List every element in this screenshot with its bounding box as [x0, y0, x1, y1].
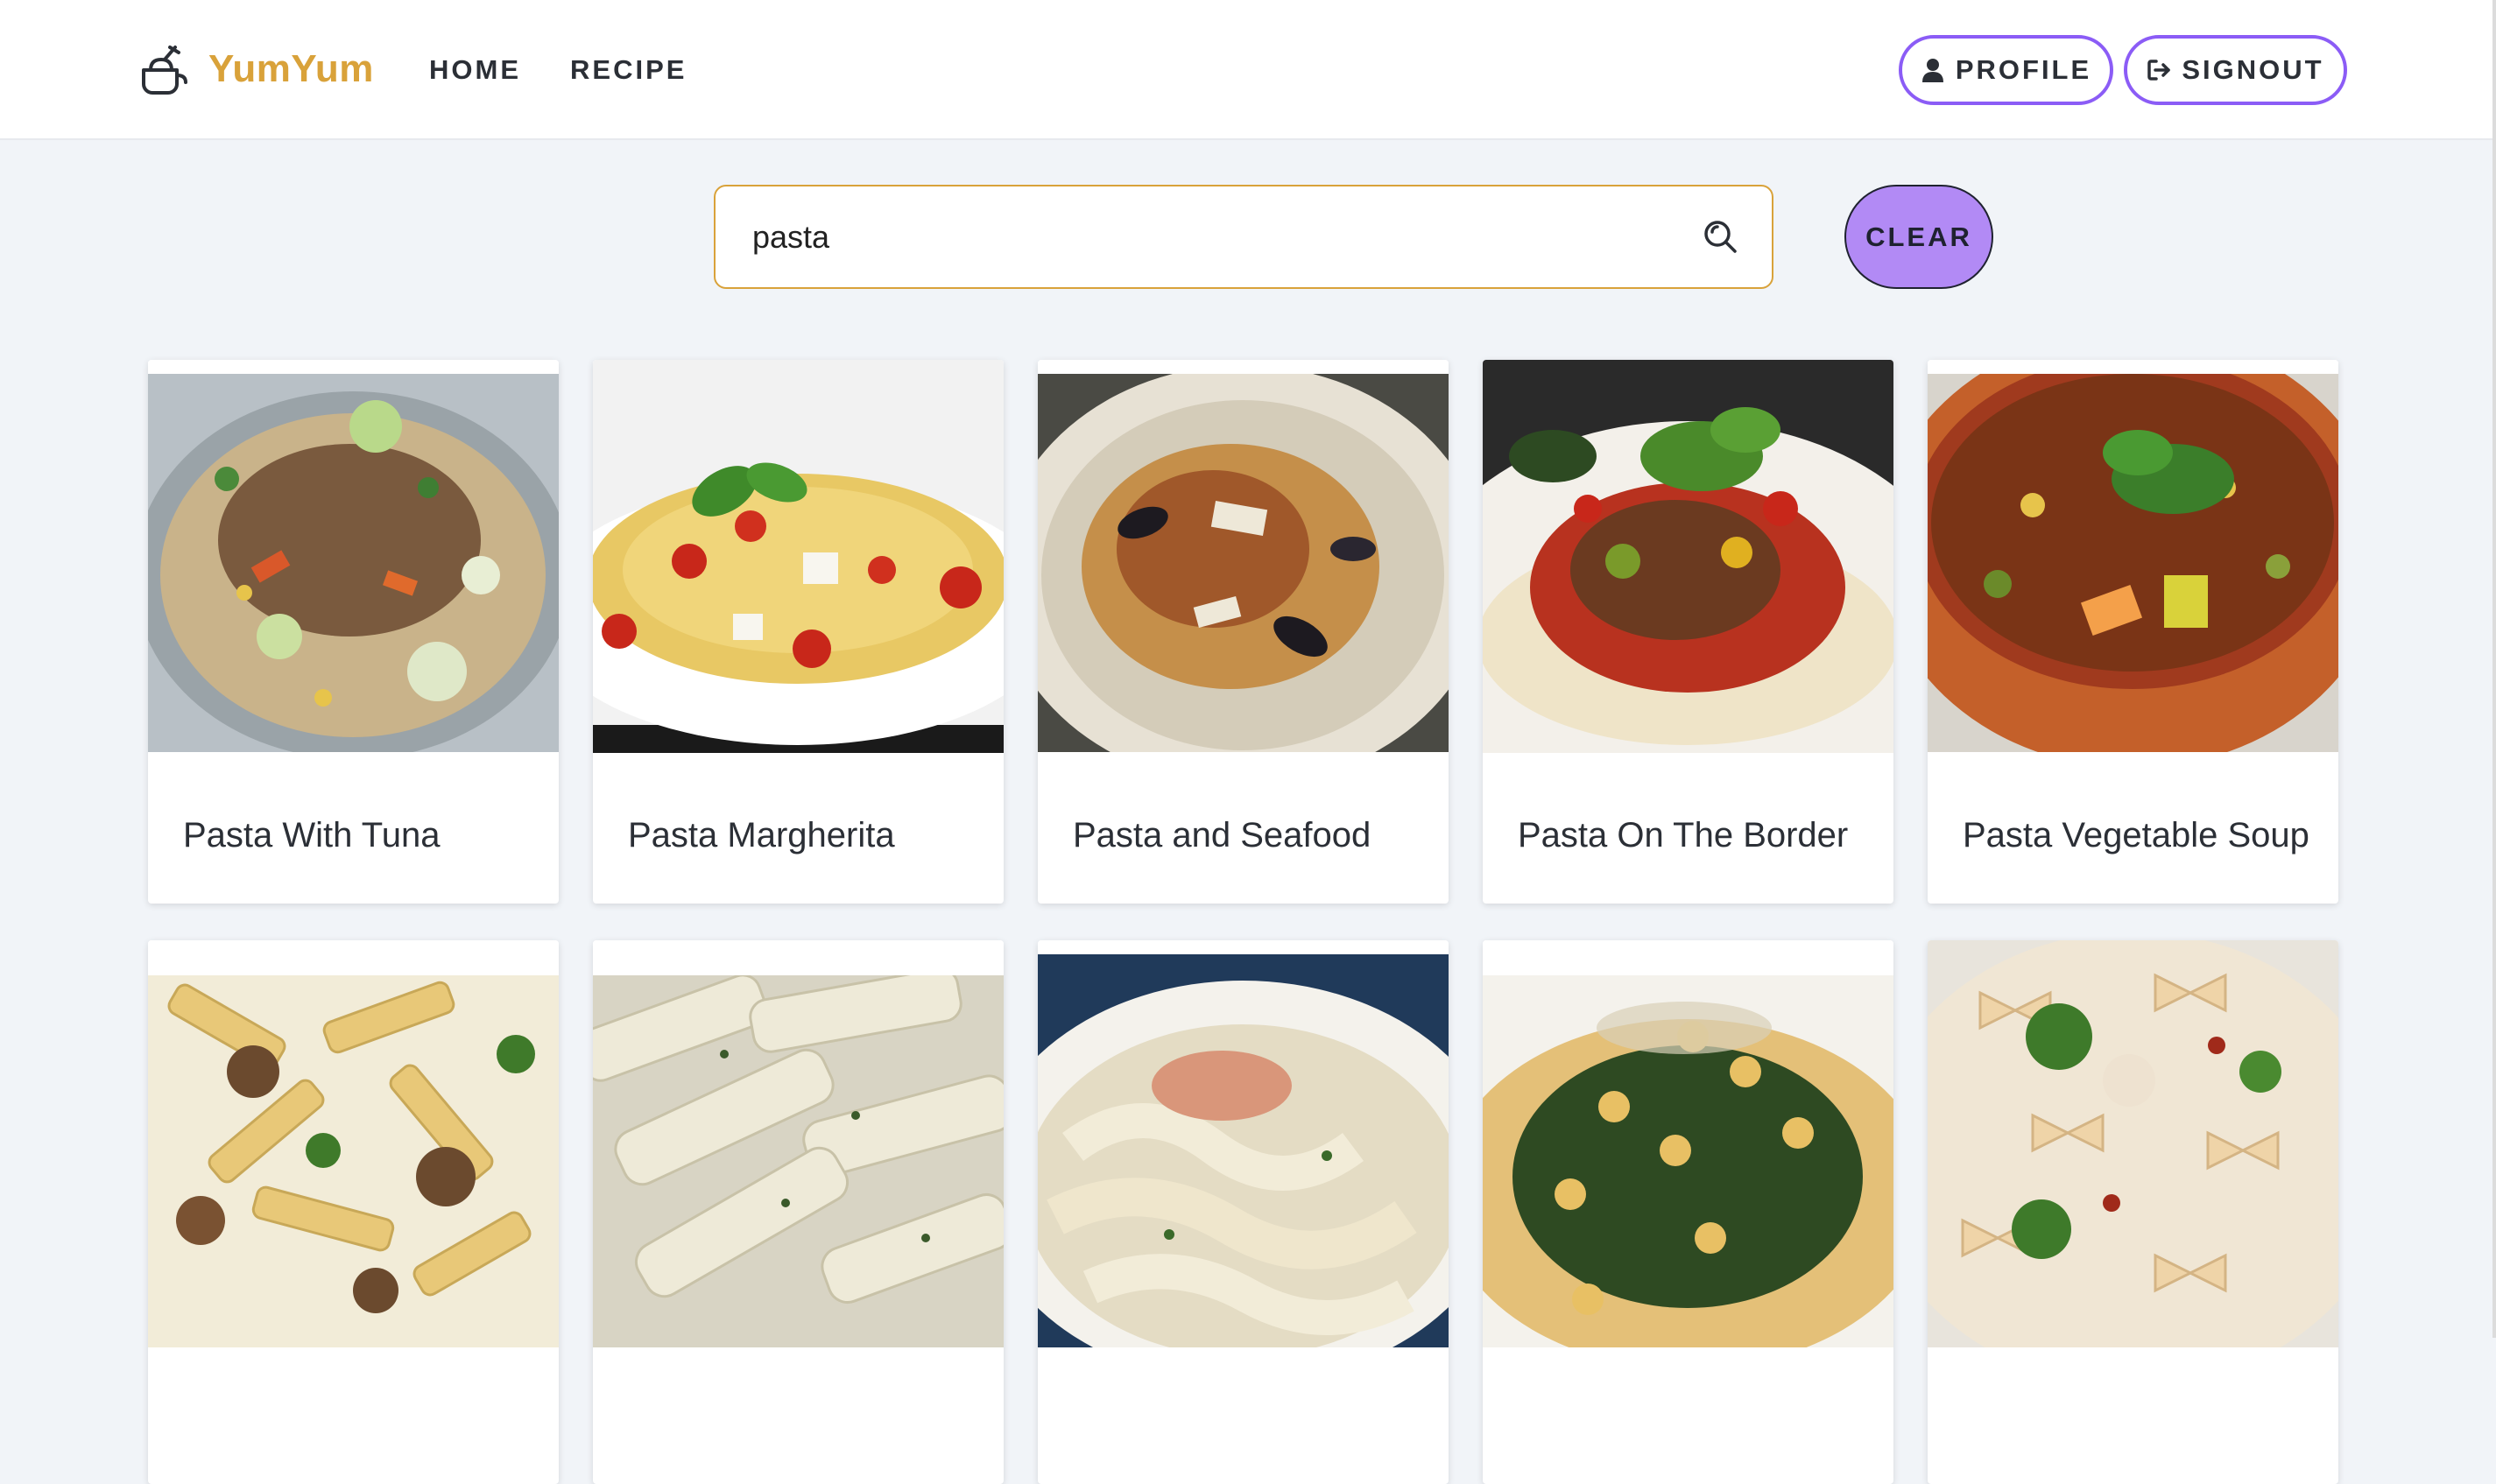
pasta-tuna-photo [148, 360, 559, 767]
recipe-card[interactable]: Pasta With Tuna [148, 360, 559, 904]
recipe-card[interactable]: Pasta Vegetable Soup [1928, 360, 2338, 904]
penne-sausage-photo [148, 940, 559, 1347]
recipe-title [1483, 1347, 1893, 1484]
recipe-grid: Pasta With Tuna Pasta Margherita Pasta a… [148, 360, 2339, 1484]
scrollbar[interactable] [2492, 0, 2496, 1338]
search-bar [714, 185, 1773, 289]
signout-button[interactable]: SIGNOUT [2124, 35, 2347, 105]
spaghetti-chickpea-photo [1483, 940, 1893, 1347]
penne-cream-photo [593, 940, 1004, 1347]
recipe-title [148, 1347, 559, 1484]
recipe-card[interactable] [593, 940, 1004, 1484]
recipe-title: Pasta Vegetable Soup [1963, 815, 2309, 855]
pasta-seafood-photo [1038, 360, 1449, 767]
search-input[interactable] [751, 186, 1679, 287]
clear-button[interactable]: CLEAR [1844, 185, 1993, 289]
user-icon [1921, 58, 1945, 82]
recipe-card[interactable] [1038, 940, 1449, 1484]
recipe-title: Pasta and Seafood [1073, 815, 1371, 855]
recipe-card[interactable]: Pasta On The Border [1483, 360, 1893, 904]
pasta-border-photo [1483, 360, 1893, 767]
search-icon[interactable] [1702, 218, 1738, 255]
sign-out-icon [2147, 58, 2171, 82]
pasta-margherita-photo [593, 360, 1004, 767]
recipe-card[interactable]: Pasta Margherita [593, 360, 1004, 904]
recipe-title [1038, 1347, 1449, 1484]
nav-recipe-link[interactable]: RECIPE [570, 54, 687, 86]
pasta-soup-photo [1928, 360, 2338, 767]
top-navbar: YumYum HOME RECIPE PROFILE SIGNOUT [0, 0, 2496, 140]
profile-button[interactable]: PROFILE [1899, 35, 2113, 105]
recipe-title [593, 1347, 1004, 1484]
brand-name: YumYum [208, 47, 374, 90]
recipe-title: Pasta On The Border [1518, 815, 1849, 855]
food-bowl-icon [138, 44, 187, 95]
recipe-card[interactable] [1928, 940, 2338, 1484]
recipe-title [1928, 1347, 2338, 1484]
signout-label: SIGNOUT [2182, 54, 2324, 85]
recipe-title: Pasta With Tuna [183, 815, 441, 855]
nav-home-link[interactable]: HOME [429, 54, 521, 86]
recipe-card[interactable]: Pasta and Seafood [1038, 360, 1449, 904]
recipe-title: Pasta Margherita [628, 815, 895, 855]
profile-label: PROFILE [1955, 54, 2092, 85]
recipe-card[interactable] [148, 940, 559, 1484]
farfalle-broccoli-photo [1928, 940, 2338, 1347]
pappardelle-photo [1038, 940, 1449, 1347]
recipe-card[interactable] [1483, 940, 1893, 1484]
brand-logo[interactable]: YumYum [138, 44, 374, 95]
